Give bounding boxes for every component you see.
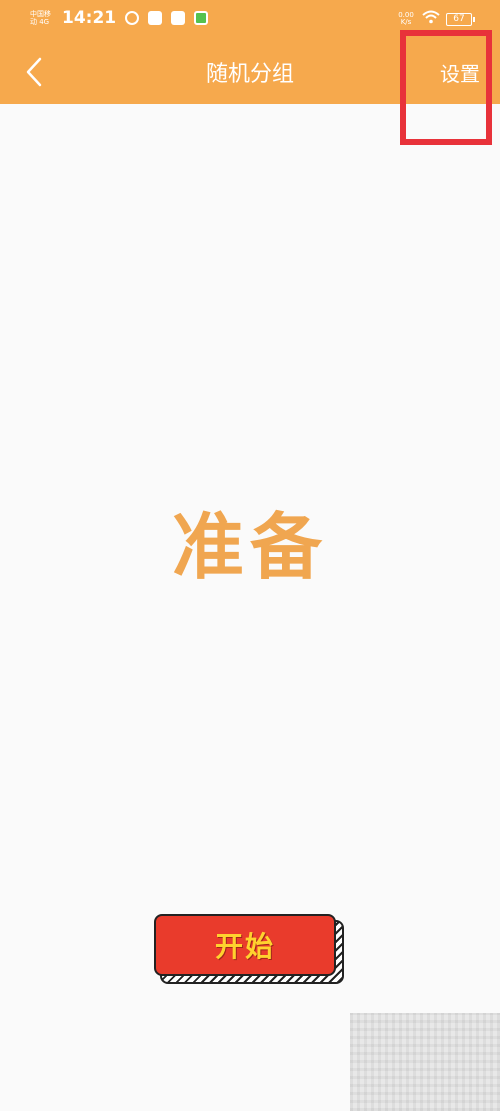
status-left: 中国移动 4G 14:21 [30, 8, 209, 28]
net-speed: 0.00 K/s [398, 11, 414, 26]
carrier-text: 中国移动 4G [30, 10, 51, 26]
app-notification-icon [148, 11, 163, 25]
status-bar: 中国移动 4G 14:21 0.00 K/s 67 [0, 0, 500, 36]
status-text: 准备 [171, 505, 328, 589]
start-button-label: 开始 [214, 930, 275, 963]
nav-bar: 随机分组 设置 [0, 40, 500, 104]
start-button[interactable]: 开始 [154, 914, 344, 984]
status-right: 0.00 K/s 67 [396, 10, 475, 28]
battery-icon: 67 [446, 12, 475, 26]
page-title: 随机分组 [205, 62, 294, 87]
clock: 14:21 [62, 8, 117, 28]
watermark [350, 1013, 500, 1111]
start-button-face: 开始 [154, 914, 336, 976]
app-notification-icon [194, 11, 209, 25]
wifi-icon [422, 10, 440, 28]
app-header: 中国移动 4G 14:21 0.00 K/s 67 随机分组 设置 [0, 0, 500, 104]
app-notification-icon [171, 11, 186, 25]
notification-icon [125, 11, 140, 25]
settings-button[interactable]: 设置 [440, 58, 480, 87]
